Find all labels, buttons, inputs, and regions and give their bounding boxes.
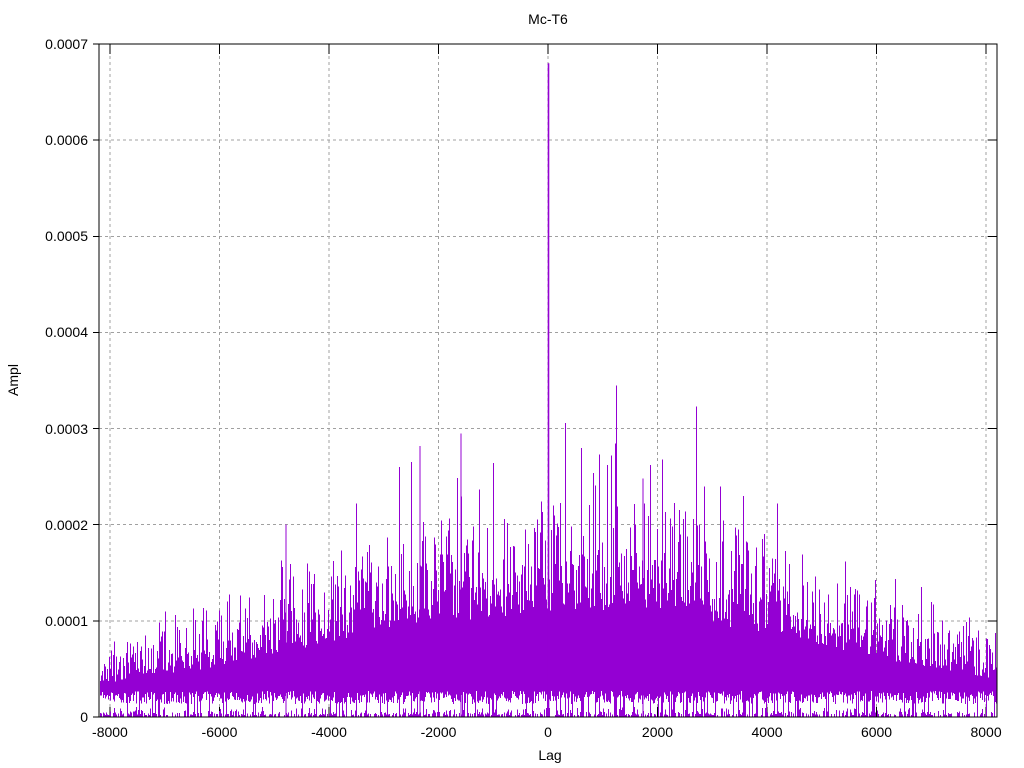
x-tick-label: -4000	[311, 724, 347, 740]
y-tick-label: 0.0006	[45, 132, 88, 149]
y-tick-label: 0.0005	[45, 228, 88, 245]
y-tick-label: 0.0007	[45, 36, 88, 52]
y-tick-label: 0.0002	[45, 516, 88, 533]
x-tick-label: -2000	[420, 724, 457, 740]
x-tick-label: 6000	[860, 724, 893, 740]
x-tick-label: -6000	[201, 724, 238, 740]
x-tick-label: 0	[544, 724, 552, 740]
x-tick-label: 8000	[970, 724, 1002, 740]
x-tick-label: -8000	[92, 724, 128, 740]
chart-title: Mc-T6	[528, 11, 568, 27]
plot-canvas	[93, 43, 998, 718]
y-tick-label: 0.0004	[45, 324, 88, 341]
x-axis-label: Lag	[538, 747, 562, 763]
x-tick-label: 2000	[641, 724, 674, 740]
y-axis-label: Ampl	[5, 364, 21, 396]
y-tick-label: 0.0001	[45, 612, 88, 629]
y-tick-label: 0.0003	[45, 420, 88, 437]
gnuplot-window: Mc-T6 Lag Ampl 0 0.0001 0.0002 0.0003 0.0004…	[0, 0, 1024, 768]
x-tick-label: 4000	[751, 724, 783, 740]
